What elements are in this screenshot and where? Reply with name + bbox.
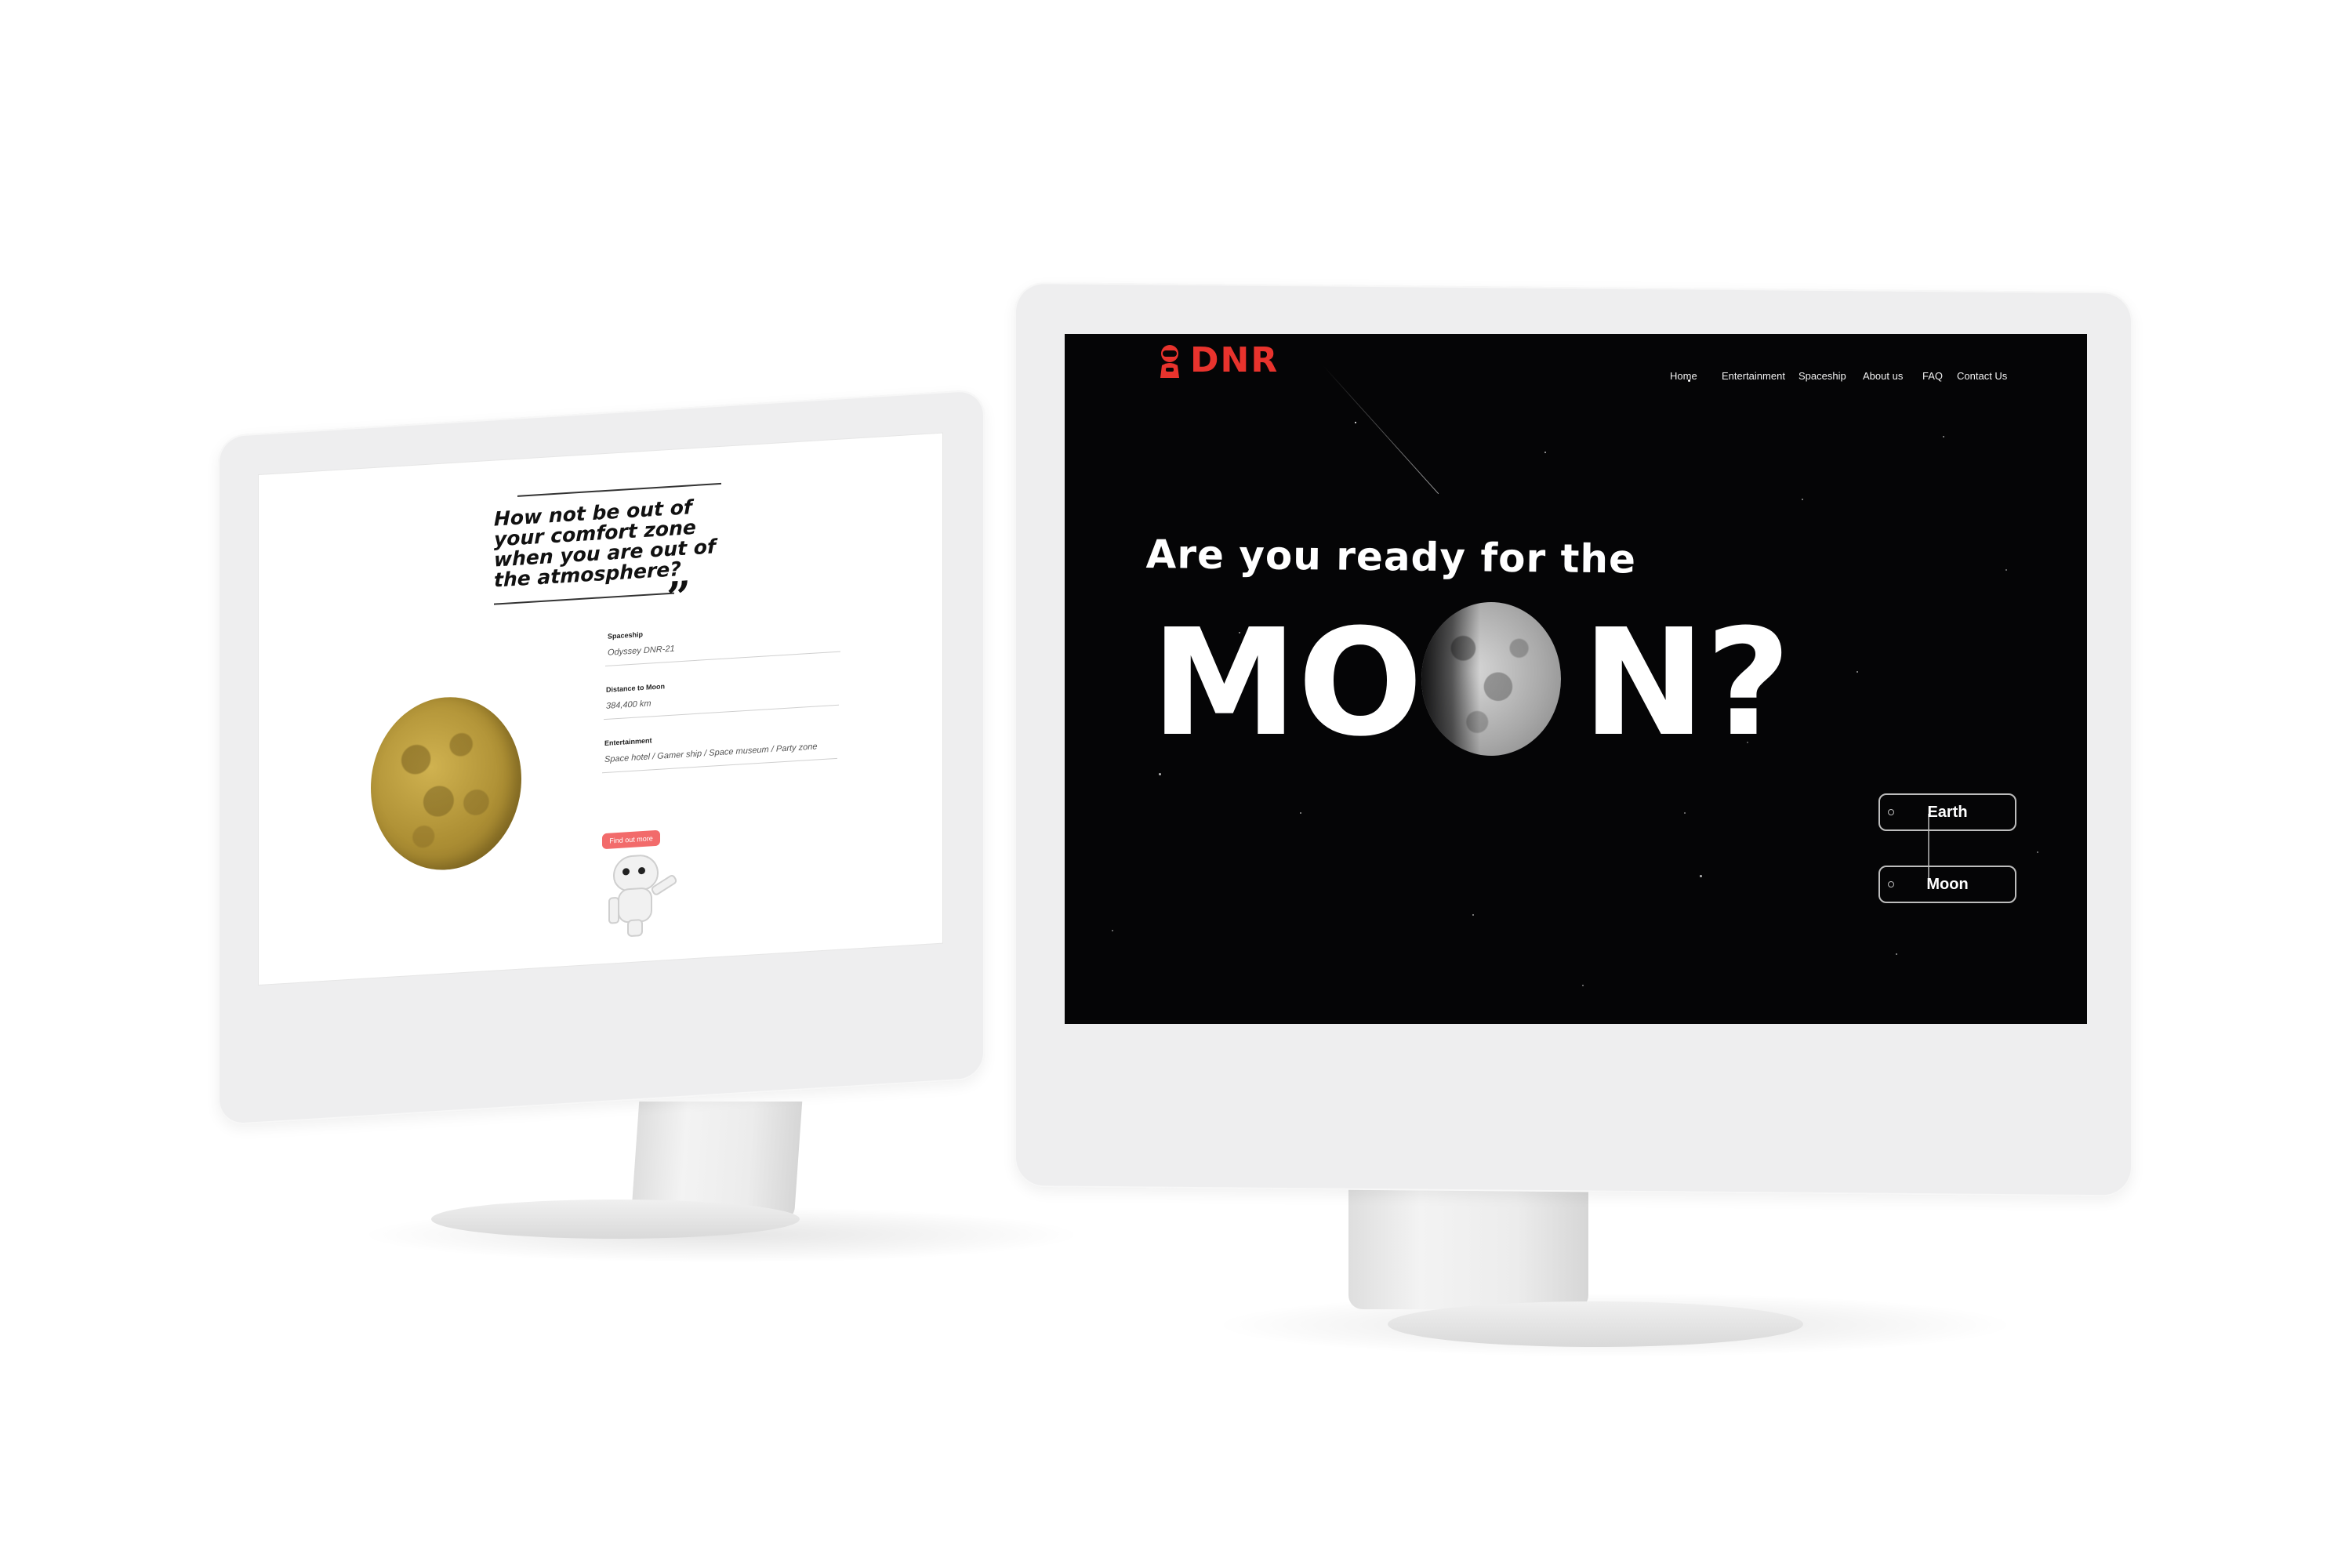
star <box>1472 914 1474 916</box>
earth-toggle-label: Earth <box>1927 804 1968 821</box>
right-screen: DNR Home Entertainment Spaceship About u… <box>1065 334 2087 1024</box>
nav-entertainment[interactable]: Entertainment <box>1722 370 1785 382</box>
robot-base <box>627 919 643 938</box>
gold-moon-image <box>371 692 521 875</box>
quote-mark: ” <box>666 571 691 623</box>
logo-wordmark[interactable]: DNR <box>1190 340 1279 380</box>
earth-toggle-button[interactable]: Earth <box>1878 793 2016 831</box>
hero-subheading: Are you ready for the <box>1145 532 1637 583</box>
nav-home[interactable]: Home <box>1670 370 1697 382</box>
nav-spaceship[interactable]: Spaceship <box>1798 370 1846 382</box>
star <box>1943 436 1944 437</box>
quote-top-rule <box>517 482 721 497</box>
field-value-spaceship: Odyssey DNR-21 <box>608 644 675 658</box>
right-monitor-foot <box>1388 1301 1803 1347</box>
quote-bottom-rule <box>494 592 674 605</box>
nav-faq[interactable]: FAQ <box>1922 370 1943 382</box>
star <box>1857 671 1858 673</box>
robot-arm-left <box>608 896 619 924</box>
nav-about-us[interactable]: About us <box>1863 370 1903 382</box>
nav-contact-us[interactable]: Contact Us <box>1957 370 2007 382</box>
field-label-entertainment: Entertainment <box>604 736 652 748</box>
moon-toggle-label: Moon <box>1926 876 1969 893</box>
half-moon-shadow <box>1421 602 1561 756</box>
moon-toggle-button[interactable]: Moon <box>1878 866 2016 903</box>
field-label-spaceship: Spaceship <box>608 630 644 641</box>
star <box>1112 930 1113 931</box>
hero-word-left: MO <box>1151 597 1423 769</box>
star <box>1684 812 1686 814</box>
star <box>1355 422 1356 423</box>
right-monitor-neck <box>1348 1176 1588 1309</box>
star <box>1802 499 1803 500</box>
robot-body <box>618 887 652 924</box>
star <box>1896 953 1897 955</box>
field-label-distance: Distance to Moon <box>606 682 666 694</box>
star <box>1700 875 1702 877</box>
star <box>2005 569 2007 571</box>
moon-toggle-dot <box>1888 881 1894 887</box>
star <box>1582 985 1584 986</box>
left-monitor-foot <box>431 1200 800 1239</box>
astronaut-logo-icon[interactable] <box>1156 343 1184 379</box>
star <box>2037 851 2038 853</box>
earth-toggle-dot <box>1888 809 1894 815</box>
left-screen: How not be out of your comfort zone when… <box>259 433 942 985</box>
star <box>1159 773 1161 775</box>
hero-word-right: N? <box>1582 597 1791 769</box>
field-value-distance: 384,400 km <box>606 699 652 711</box>
star <box>1300 812 1301 814</box>
shooting-star <box>1323 365 1439 495</box>
star <box>1544 452 1546 453</box>
find-out-more-button[interactable]: Find out more <box>602 829 660 850</box>
